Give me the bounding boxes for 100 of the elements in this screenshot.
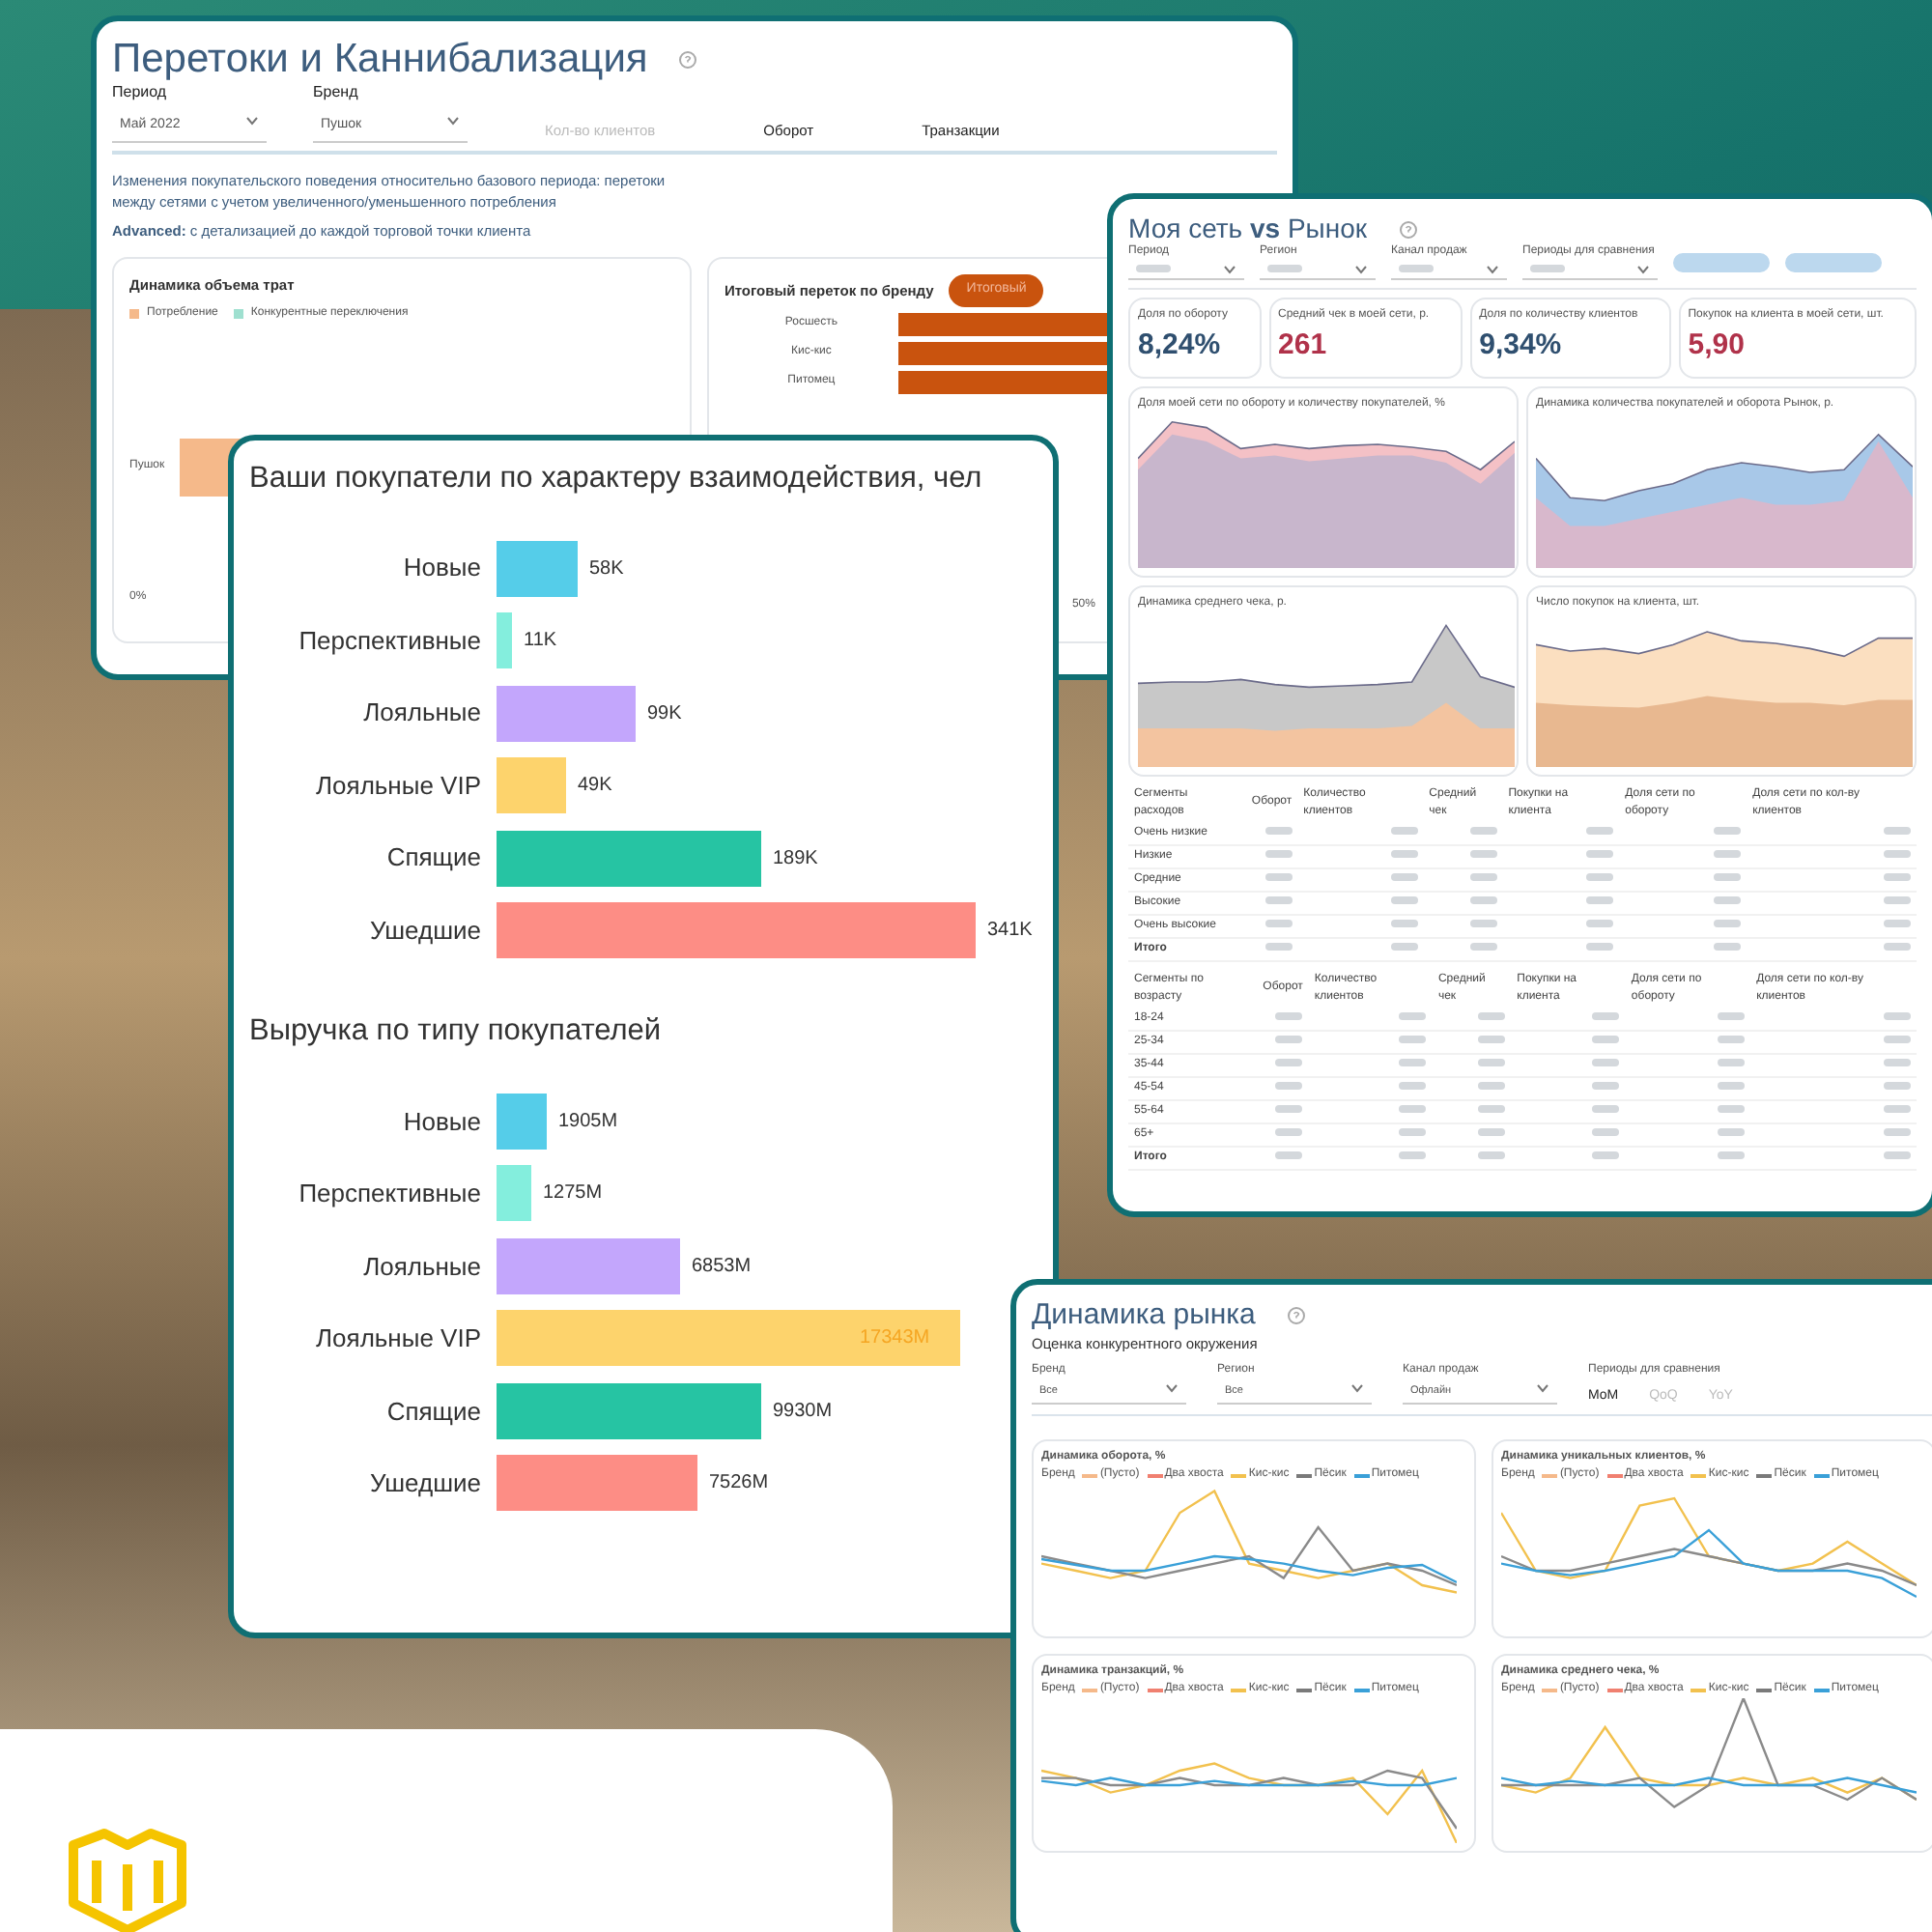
blurred-value <box>1884 1058 1911 1066</box>
kpi-value: 261 <box>1278 327 1329 366</box>
blurred-value <box>1884 826 1911 835</box>
chart-title: Ваши покупатели по характеру взаимодействия, чел <box>249 460 984 498</box>
blurred-value <box>1718 1127 1746 1136</box>
category-label: Ушедшие <box>367 1466 481 1501</box>
blurred-value <box>1884 1081 1911 1090</box>
value-label: 1275M <box>543 1180 603 1208</box>
pill-button[interactable] <box>1785 252 1882 272</box>
chevron-down-icon <box>1165 1382 1179 1393</box>
bar <box>497 612 512 668</box>
dropdown-field[interactable] <box>1128 261 1244 281</box>
blurred-value <box>1275 1011 1303 1020</box>
bar <box>497 540 578 596</box>
help-icon <box>1286 1306 1306 1326</box>
value-label: 341K <box>987 918 1033 945</box>
pill-button[interactable] <box>1673 252 1770 272</box>
category-label: Спящие <box>384 1394 481 1430</box>
value-label: 7526M <box>709 1470 769 1498</box>
blurred-value <box>1884 1151 1911 1159</box>
blurred-value <box>1275 1035 1303 1043</box>
blurred-value <box>1264 826 1293 835</box>
blurred-value <box>1884 1035 1911 1043</box>
blurred-value <box>1264 895 1293 904</box>
blurred-value <box>1586 919 1614 927</box>
help-icon <box>1398 219 1418 240</box>
blurred-value <box>1478 1151 1506 1159</box>
blurred-value <box>1399 1081 1427 1090</box>
blurred-value <box>1586 872 1614 881</box>
category-label: Перспективные <box>297 1177 481 1211</box>
blurred-value <box>1399 1035 1427 1043</box>
filter-label: Период <box>112 81 169 105</box>
chevron-down-icon <box>1636 265 1650 275</box>
map-logo-icon <box>66 1826 189 1932</box>
blurred-value <box>1718 1104 1746 1113</box>
category-label: Новые <box>401 551 481 586</box>
blurred-value <box>1592 1081 1620 1090</box>
blurred-value <box>1592 1151 1620 1159</box>
blurred-value <box>1399 1011 1427 1020</box>
blurred-value <box>1884 849 1911 858</box>
blurred-value <box>1264 919 1293 927</box>
bar <box>497 1093 547 1150</box>
dashboard-title: Моя сеть vs Рынок <box>1128 214 1368 244</box>
blurred-value <box>1718 1081 1746 1090</box>
blurred-value <box>1264 849 1293 858</box>
category-label: Лояльные VIP <box>314 768 481 804</box>
blurred-value <box>1390 849 1418 858</box>
category-label: Лояльные <box>361 696 481 731</box>
blurred-value <box>1399 1104 1427 1113</box>
blurred-value <box>1714 895 1742 904</box>
bar <box>497 757 566 813</box>
blurred-value <box>1592 1035 1620 1043</box>
help-icon <box>678 49 698 70</box>
blurred-value <box>1478 1035 1506 1043</box>
chevron-down-icon <box>1223 265 1236 275</box>
dropdown-field[interactable] <box>1260 261 1376 281</box>
bar <box>497 1165 531 1222</box>
blurred-value <box>1592 1011 1620 1020</box>
blurred-value <box>1718 1151 1746 1159</box>
blurred-value <box>1399 1058 1427 1066</box>
chevron-down-icon <box>1350 1382 1364 1393</box>
blurred-value <box>1390 872 1418 881</box>
value-label: 99K <box>647 700 682 727</box>
blurred-value <box>1399 1127 1427 1136</box>
blurred-value <box>1275 1104 1303 1113</box>
blurred-value <box>1469 872 1497 881</box>
blurred-value <box>1884 1104 1911 1113</box>
category-label: Ушедшие <box>367 913 481 949</box>
blurred-value <box>1586 942 1614 951</box>
kpi-value: 9,34% <box>1479 327 1564 366</box>
value-label: 17343M <box>860 1325 930 1353</box>
blurred-value <box>1586 895 1614 904</box>
blurred-value <box>1478 1058 1506 1066</box>
blurred-value <box>1884 942 1911 951</box>
blurred-value <box>1718 1058 1746 1066</box>
blurred-value <box>1390 942 1418 951</box>
blurred-value <box>1478 1081 1506 1090</box>
blurred-value <box>1884 872 1911 881</box>
blurred-value <box>1390 826 1418 835</box>
dropdown-field[interactable] <box>1391 261 1507 281</box>
blurred-value <box>1884 895 1911 904</box>
value-label: 9930M <box>773 1398 833 1426</box>
blurred-value <box>1264 942 1293 951</box>
chevron-down-icon <box>1486 265 1499 275</box>
blurred-value <box>1884 1127 1911 1136</box>
blurred-value <box>1469 942 1497 951</box>
blurred-value <box>1714 826 1742 835</box>
blurred-value <box>1592 1104 1620 1113</box>
blurred-value <box>1478 1104 1506 1113</box>
blurred-value <box>1592 1058 1620 1066</box>
bar <box>497 685 636 741</box>
blurred-value <box>1714 919 1742 927</box>
dropdown-field[interactable] <box>1522 261 1658 281</box>
blurred-value <box>1478 1127 1506 1136</box>
chevron-down-icon <box>446 116 460 127</box>
chevron-down-icon <box>1354 265 1368 275</box>
blurred-value <box>1718 1035 1746 1043</box>
blurred-value <box>1586 849 1614 858</box>
blurred-value <box>1469 826 1497 835</box>
category-label: Новые <box>401 1104 481 1139</box>
